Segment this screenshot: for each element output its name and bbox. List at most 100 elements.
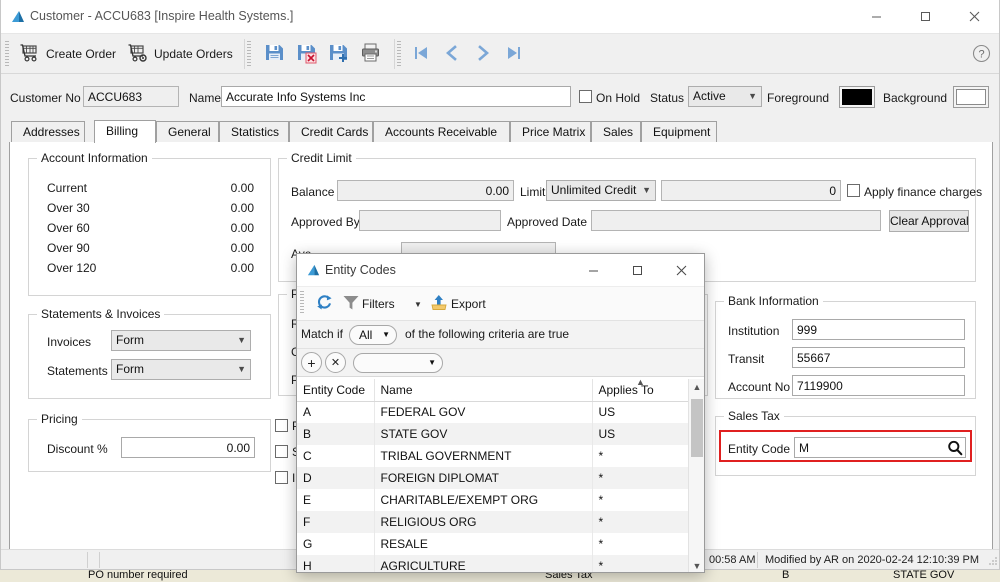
create-order-button[interactable]: Create Order xyxy=(15,39,121,69)
account-no-input[interactable]: 7119900 xyxy=(792,375,965,396)
save-button[interactable] xyxy=(259,39,289,69)
cell-entity-code: A xyxy=(297,401,375,423)
account-row-value: 0.00 xyxy=(230,261,254,275)
statements-select[interactable]: Form ▼ xyxy=(111,359,251,380)
entity-codes-minimize-button[interactable] xyxy=(571,254,615,286)
entity-codes-close-button[interactable] xyxy=(659,254,703,286)
refresh-button[interactable] xyxy=(312,293,336,315)
entity-codes-scrollbar[interactable]: ▲ ▼ xyxy=(688,379,704,572)
limit-select[interactable]: Unlimited Credit ▼ xyxy=(546,180,656,201)
tab-general-label: General xyxy=(168,125,211,139)
filters-button[interactable]: Filters xyxy=(342,293,395,315)
scrollbar-thumb[interactable] xyxy=(691,399,703,457)
window-maximize-button[interactable] xyxy=(902,0,948,32)
se-option-checkbox[interactable] xyxy=(275,445,288,458)
table-row[interactable]: F RELIGIOUS ORG * xyxy=(297,511,691,533)
filters-dropdown-button[interactable]: ▼ xyxy=(410,293,426,315)
table-row[interactable]: B STATE GOV US xyxy=(297,423,691,445)
nav-last-button[interactable] xyxy=(500,39,528,69)
institution-input[interactable]: 999 xyxy=(792,319,965,340)
tab-statistics[interactable]: Statistics xyxy=(219,121,289,143)
magnifier-icon[interactable] xyxy=(947,440,963,459)
nav-prev-icon xyxy=(443,44,461,65)
tab-credit-cards[interactable]: Credit Cards xyxy=(289,121,373,143)
transit-input[interactable]: 55667 xyxy=(792,347,965,368)
tab-billing[interactable]: Billing xyxy=(94,120,156,143)
chevron-down-icon: ▼ xyxy=(414,299,422,309)
application-logo-icon xyxy=(10,9,26,25)
window-close-button[interactable] xyxy=(951,0,997,32)
entity-code-input[interactable]: M xyxy=(794,437,966,458)
update-orders-button[interactable]: Update Orders xyxy=(123,39,238,69)
scroll-up-icon[interactable]: ▲ xyxy=(689,379,704,395)
tab-equipment[interactable]: Equipment xyxy=(641,121,717,143)
statements-select-value: Form xyxy=(116,362,144,376)
print-button[interactable] xyxy=(355,39,385,69)
status-select[interactable]: Active ▼ xyxy=(688,86,762,107)
table-row[interactable]: H AGRICULTURE * xyxy=(297,555,691,572)
invoices-select[interactable]: Form ▼ xyxy=(111,330,251,351)
customer-name-input[interactable]: Accurate Info Systems Inc xyxy=(221,86,571,107)
apply-finance-charges-checkbox[interactable] xyxy=(847,184,860,197)
table-row[interactable]: D FOREIGN DIPLOMAT * xyxy=(297,467,691,489)
cell-entity-code: C xyxy=(297,445,375,467)
bleed-name: STATE GOV xyxy=(893,569,955,581)
inv-option-checkbox[interactable] xyxy=(275,471,288,484)
entity-codes-maximize-button[interactable] xyxy=(615,254,659,286)
tab-price-matrix-label: Price Matrix xyxy=(522,125,586,139)
tab-addresses[interactable]: Addresses xyxy=(11,121,85,143)
on-hold-label: On Hold xyxy=(596,91,641,105)
remove-criteria-button[interactable]: ✕ xyxy=(325,352,346,373)
chevron-down-icon: ▼ xyxy=(428,358,436,367)
match-if-select[interactable]: All ▼ xyxy=(349,325,397,345)
criteria-field-select[interactable]: ▼ xyxy=(353,353,443,373)
cell-name: STATE GOV xyxy=(374,423,593,445)
approved-by-input[interactable] xyxy=(359,210,501,231)
account-row-value: 0.00 xyxy=(230,181,254,195)
toolbar-grip-1[interactable] xyxy=(5,41,9,67)
window-minimize-button[interactable] xyxy=(853,0,899,32)
limit-amount-input[interactable]: 0 xyxy=(661,180,841,201)
nav-next-button[interactable] xyxy=(469,39,497,69)
toolbar-grip-3[interactable] xyxy=(397,41,401,67)
dialog-toolbar-grip[interactable] xyxy=(300,291,304,315)
save-cancel-button[interactable] xyxy=(291,39,321,69)
column-header-applies-to[interactable]: ▲ Applies To xyxy=(592,379,691,402)
nav-prev-button[interactable] xyxy=(438,39,466,69)
clear-approval-button[interactable]: Clear Approval xyxy=(889,210,969,232)
cell-applies-to: * xyxy=(592,445,691,467)
background-color-swatch[interactable] xyxy=(953,86,989,108)
scroll-down-icon[interactable]: ▼ xyxy=(689,558,704,572)
customer-no-input[interactable]: ACCU683 xyxy=(83,86,179,107)
export-upload-icon xyxy=(430,294,448,314)
cell-name: FOREIGN DIPLOMAT xyxy=(374,467,593,489)
help-button[interactable]: ? xyxy=(972,44,991,63)
table-row[interactable]: G RESALE * xyxy=(297,533,691,555)
column-header-name[interactable]: Name xyxy=(374,379,593,402)
nav-first-button[interactable] xyxy=(407,39,435,69)
pricing-title: Pricing xyxy=(37,412,82,426)
tab-price-matrix[interactable]: Price Matrix xyxy=(510,121,591,143)
add-criteria-button[interactable]: + xyxy=(301,352,322,373)
cell-applies-to: * xyxy=(592,511,691,533)
table-row[interactable]: C TRIBAL GOVERNMENT * xyxy=(297,445,691,467)
column-header-entity-code[interactable]: Entity Code xyxy=(297,379,375,402)
tab-sales[interactable]: Sales xyxy=(591,121,641,143)
table-row[interactable]: E CHARITABLE/EXEMPT ORG * xyxy=(297,489,691,511)
resize-grip[interactable] xyxy=(986,554,998,566)
save-new-button[interactable] xyxy=(323,39,353,69)
tab-accounts-receivable[interactable]: Accounts Receivable xyxy=(373,121,510,143)
table-row[interactable]: A FEDERAL GOV US xyxy=(297,401,691,423)
filters-label: Filters xyxy=(362,297,395,311)
status-time: 00:58 AM xyxy=(709,554,756,566)
discount-input[interactable]: 0.00 xyxy=(121,437,255,458)
entity-codes-grid[interactable]: Entity Code Name ▲ Applies To A FEDERAL … xyxy=(297,379,704,572)
entity-codes-toolbar: Filters ▼ Export xyxy=(297,287,704,321)
po-option-checkbox[interactable] xyxy=(275,419,288,432)
tab-general[interactable]: General xyxy=(156,121,219,143)
on-hold-checkbox[interactable] xyxy=(579,90,592,103)
toolbar-grip-2[interactable] xyxy=(247,41,251,67)
approved-date-input[interactable] xyxy=(591,210,881,231)
export-button[interactable]: Export xyxy=(430,293,486,315)
foreground-color-swatch[interactable] xyxy=(839,86,875,108)
